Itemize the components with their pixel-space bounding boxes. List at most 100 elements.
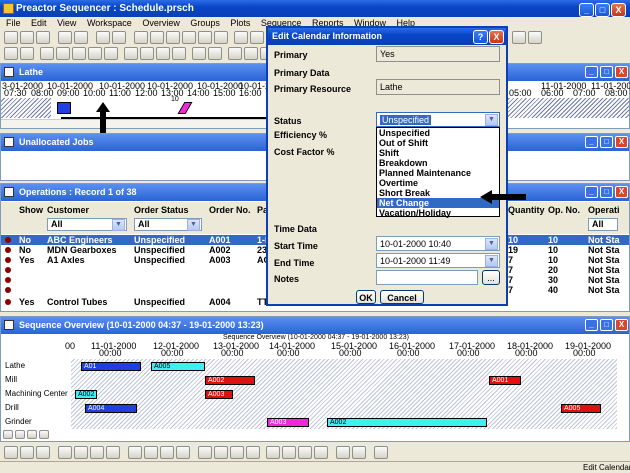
dropdown-option[interactable]: Overtime [377,178,499,188]
print-preview-icon[interactable] [4,47,18,60]
chevron-down-icon[interactable]: ▼ [112,219,125,231]
rewind-icon[interactable] [128,446,142,459]
bottom-tool-21-icon[interactable] [352,446,366,459]
view-2-icon[interactable] [56,47,70,60]
tool-13-icon[interactable] [244,47,258,60]
list-icon[interactable] [166,31,180,44]
bottom-tool-20-icon[interactable] [336,446,350,459]
operations-maximize-icon[interactable]: □ [600,186,613,198]
grid-icon[interactable] [198,31,212,44]
fast-forward-icon[interactable] [160,446,174,459]
chevron-down-icon[interactable]: ▼ [187,219,200,231]
bottom-tool-14-icon[interactable] [230,446,244,459]
minimize-icon[interactable]: _ [579,3,594,17]
open-file-icon[interactable] [20,31,34,44]
zoom-fit-icon[interactable] [27,430,37,439]
chevron-down-icon[interactable]: ▼ [485,114,498,126]
column-header-order-status[interactable]: Order Status [134,205,189,215]
lathe-job-bar[interactable] [177,102,193,114]
gantt-bar-drill[interactable]: A004 [85,404,137,413]
dropdown-option[interactable]: Vacation/Holiday [377,208,499,218]
column-header-customer[interactable]: Customer [47,205,89,215]
operation-filter-select[interactable]: All [588,218,618,231]
unallocated-minimize-icon[interactable]: _ [585,136,598,148]
table-icon[interactable] [112,31,126,44]
lathe-job-bar[interactable] [57,102,71,114]
view-9-icon[interactable] [172,47,186,60]
bottom-tool-7-icon[interactable] [106,446,120,459]
bottom-tool-2-icon[interactable] [20,446,34,459]
view-6-icon[interactable] [124,47,138,60]
zoom-in-icon[interactable] [15,430,25,439]
bottom-tool-17-icon[interactable] [282,446,296,459]
sort-icon[interactable] [198,446,212,459]
start-time-input[interactable]: 10-01-2000 10:40 ▼ [376,236,500,251]
gantt-bar-machining-center[interactable]: A002 [75,390,97,399]
menu-workspace[interactable]: Workspace [87,18,132,28]
bottom-tool-13-icon[interactable] [214,446,228,459]
save-icon[interactable] [36,31,50,44]
menu-view[interactable]: View [57,18,76,28]
view-11-icon[interactable] [208,47,222,60]
unallocated-maximize-icon[interactable]: □ [600,136,613,148]
pencil-icon[interactable] [512,31,526,44]
gantt-bar-grinder[interactable]: A003 [267,418,309,427]
status-select[interactable]: Unspecified ▼ [376,112,500,127]
gantt-bar-drill[interactable]: A005 [561,404,601,413]
dropdown-option[interactable]: Out of Shift [377,138,499,148]
ok-button[interactable]: OK [356,290,376,304]
column-header-order-no[interactable]: Order No. [209,205,251,215]
bottom-tool-6-icon[interactable] [90,446,104,459]
sequence-close-icon[interactable]: X [615,319,628,331]
view-1-icon[interactable] [40,47,54,60]
view-10-icon[interactable] [192,47,206,60]
dropdown-option[interactable]: Unspecified [377,128,499,138]
printer-icon[interactable] [20,47,34,60]
gantt-bar-grinder[interactable]: A002 [327,418,487,427]
notes-browse-button[interactable]: ... [482,270,500,285]
column-header-quantity[interactable]: Quantity [508,205,545,215]
dropdown-option[interactable]: Planned Maintenance [377,168,499,178]
sequence-minimize-icon[interactable]: _ [585,319,598,331]
cancel-button[interactable]: Cancel [380,290,424,304]
arrow-icon[interactable] [250,31,264,44]
lathe-scrollbar[interactable] [1,119,269,128]
menu-edit[interactable]: Edit [31,18,47,28]
lathe-maximize-icon[interactable]: □ [600,66,613,78]
palette-icon[interactable] [528,31,542,44]
bottom-tool-3-icon[interactable] [36,446,50,459]
dropdown-option[interactable]: Breakdown [377,158,499,168]
bottom-tool-22-icon[interactable] [374,446,388,459]
operations-close-icon[interactable]: X [615,186,628,198]
redo-icon[interactable] [74,31,88,44]
unallocated-close-icon[interactable]: X [615,136,628,148]
globe-icon[interactable] [214,31,228,44]
filter-icon[interactable] [182,31,196,44]
view-8-icon[interactable] [156,47,170,60]
menu-overview[interactable]: Overview [142,18,180,28]
new-file-icon[interactable] [4,31,18,44]
sequence-maximize-icon[interactable]: □ [600,319,613,331]
gantt-bar-mill[interactable]: A001 [489,376,521,385]
column-header-operation[interactable]: Operati [588,205,620,215]
customer-filter-select[interactable]: All ▼ [47,218,127,231]
bottom-tool-1-icon[interactable] [4,446,18,459]
zoom-reset-icon[interactable] [39,430,49,439]
gantt-bar-machining-center[interactable]: A003 [205,390,233,399]
bottom-tool-11-icon[interactable] [176,446,190,459]
tool-12-icon[interactable] [228,47,242,60]
operations-minimize-icon[interactable]: _ [585,186,598,198]
close-icon[interactable]: X [611,3,626,17]
dropdown-option[interactable]: Shift [377,148,499,158]
view-3-icon[interactable] [72,47,86,60]
menu-plots[interactable]: Plots [230,18,250,28]
maximize-icon[interactable]: □ [595,3,610,17]
lathe-close-icon[interactable]: X [615,66,628,78]
notes-input[interactable] [376,270,478,285]
gantt-bar-mill[interactable]: A002 [205,376,255,385]
play-icon[interactable] [144,446,158,459]
column-header-op-no[interactable]: Op. No. [548,205,580,215]
gantt-icon[interactable] [134,31,148,44]
chevron-down-icon[interactable]: ▼ [485,255,498,267]
help-icon[interactable]: ? [473,30,488,44]
